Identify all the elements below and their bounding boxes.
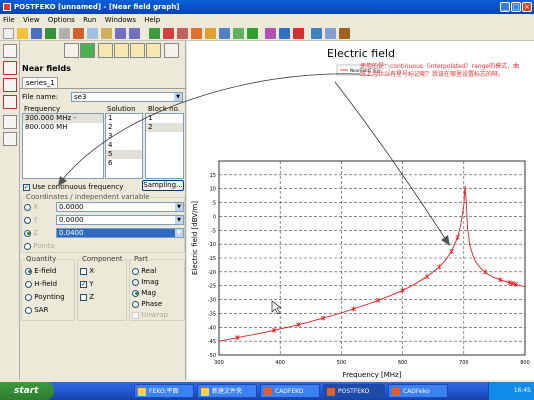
app-icon xyxy=(264,388,272,396)
taskbar-item[interactable]: 新建文件夹 xyxy=(197,384,257,398)
mouse-cursor-icon xyxy=(271,300,282,315)
system-tray: 16:45 xyxy=(488,382,534,400)
annotation-arrowhead xyxy=(58,176,67,186)
taskbar-item-label: CADFEKO xyxy=(275,388,304,395)
taskbar-item-label: POSTFEKO xyxy=(338,388,370,395)
annotation-arrow xyxy=(61,73,361,181)
annotation-arrowhead xyxy=(441,235,450,246)
taskbar-item[interactable]: POSTFEKO xyxy=(323,384,385,398)
taskbar-item[interactable]: CADFEKO xyxy=(260,384,320,398)
taskbar-item[interactable]: CADFeko xyxy=(388,384,448,398)
taskbar-item[interactable]: FEKO:平面 xyxy=(134,384,194,398)
taskbar-item-label: CADFeko xyxy=(403,388,430,395)
taskbar-item-label: FEKO:平面 xyxy=(149,388,179,395)
start-button[interactable]: start xyxy=(0,382,54,400)
folder-icon xyxy=(138,388,146,396)
start-label: start xyxy=(14,386,39,396)
clock: 16:45 xyxy=(513,387,531,394)
taskbar-item-label: 新建文件夹 xyxy=(212,388,243,395)
folder-icon xyxy=(201,388,209,396)
annotation-arrows xyxy=(58,73,450,315)
annotation-arrow xyxy=(334,81,447,241)
app-icon xyxy=(327,388,335,396)
app-icon xyxy=(392,388,400,396)
taskbar: start FEKO:平面 新建文件夹 CADFEKO POSTFEKO CAD… xyxy=(0,382,534,400)
